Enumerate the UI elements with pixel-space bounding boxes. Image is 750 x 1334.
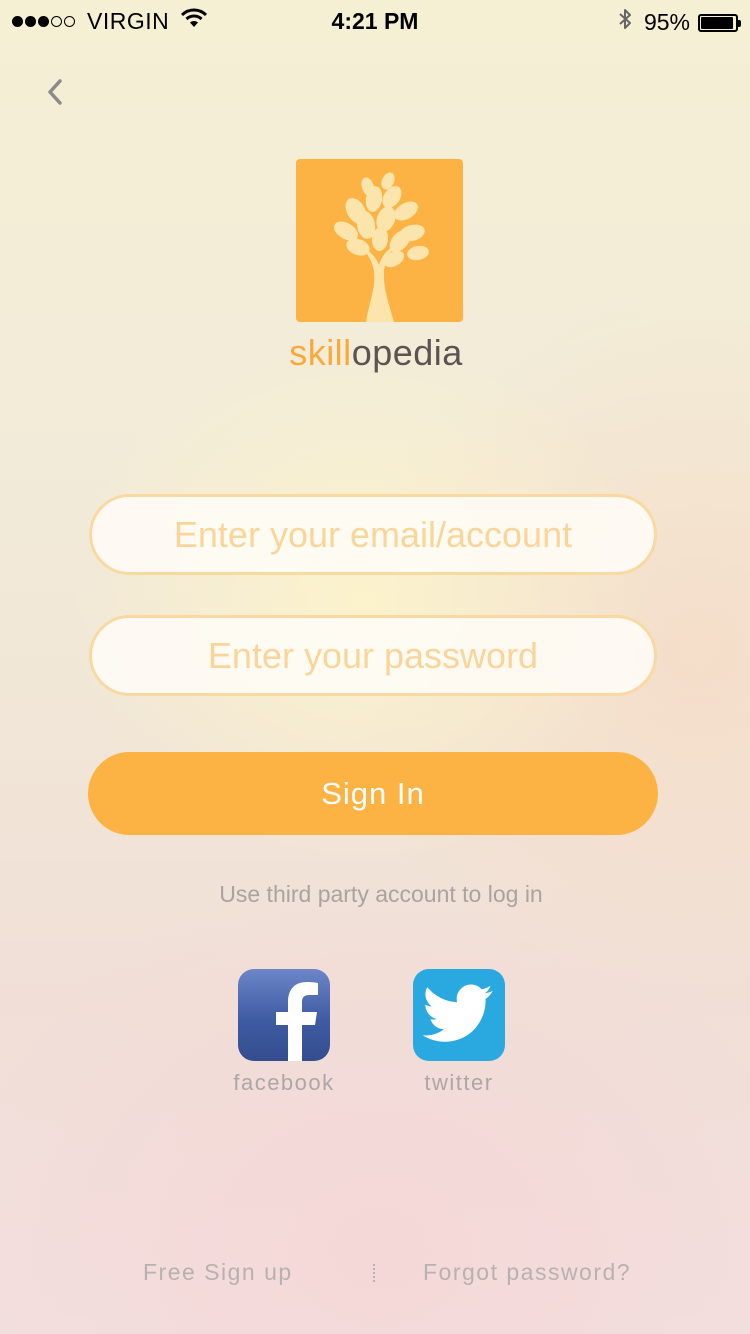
status-right: 95% (618, 7, 741, 37)
back-button[interactable] (40, 74, 72, 110)
third-party-prompt: Use third party account to log in (219, 881, 543, 907)
forgot-password-link[interactable]: Forgot password? (423, 1259, 631, 1286)
brand-name: skillopedia (0, 332, 750, 374)
brand-name-part2: opedia (351, 332, 463, 373)
status-bar: VIRGIN 4:21 PM 95% (0, 0, 750, 42)
footer-divider (373, 1264, 375, 1284)
facebook-login-button[interactable]: facebook (214, 969, 354, 1096)
battery-percent: 95% (643, 9, 690, 35)
battery-icon (698, 13, 741, 32)
free-signup-link[interactable]: Free Sign up (143, 1259, 293, 1286)
twitter-icon (413, 969, 505, 1061)
facebook-icon (238, 969, 330, 1061)
email-field[interactable] (89, 494, 657, 575)
password-field[interactable] (89, 615, 657, 696)
twitter-label: twitter (424, 1070, 494, 1095)
chevron-left-icon (48, 79, 62, 105)
app-logo (296, 159, 463, 322)
sign-in-button[interactable]: Sign In (88, 752, 658, 835)
bluetooth-icon (618, 7, 632, 37)
battery-level (701, 16, 734, 29)
tree-icon (334, 172, 429, 322)
brand-name-part1: skill (289, 332, 352, 373)
facebook-label: facebook (233, 1070, 335, 1095)
twitter-login-button[interactable]: twitter (389, 969, 529, 1096)
